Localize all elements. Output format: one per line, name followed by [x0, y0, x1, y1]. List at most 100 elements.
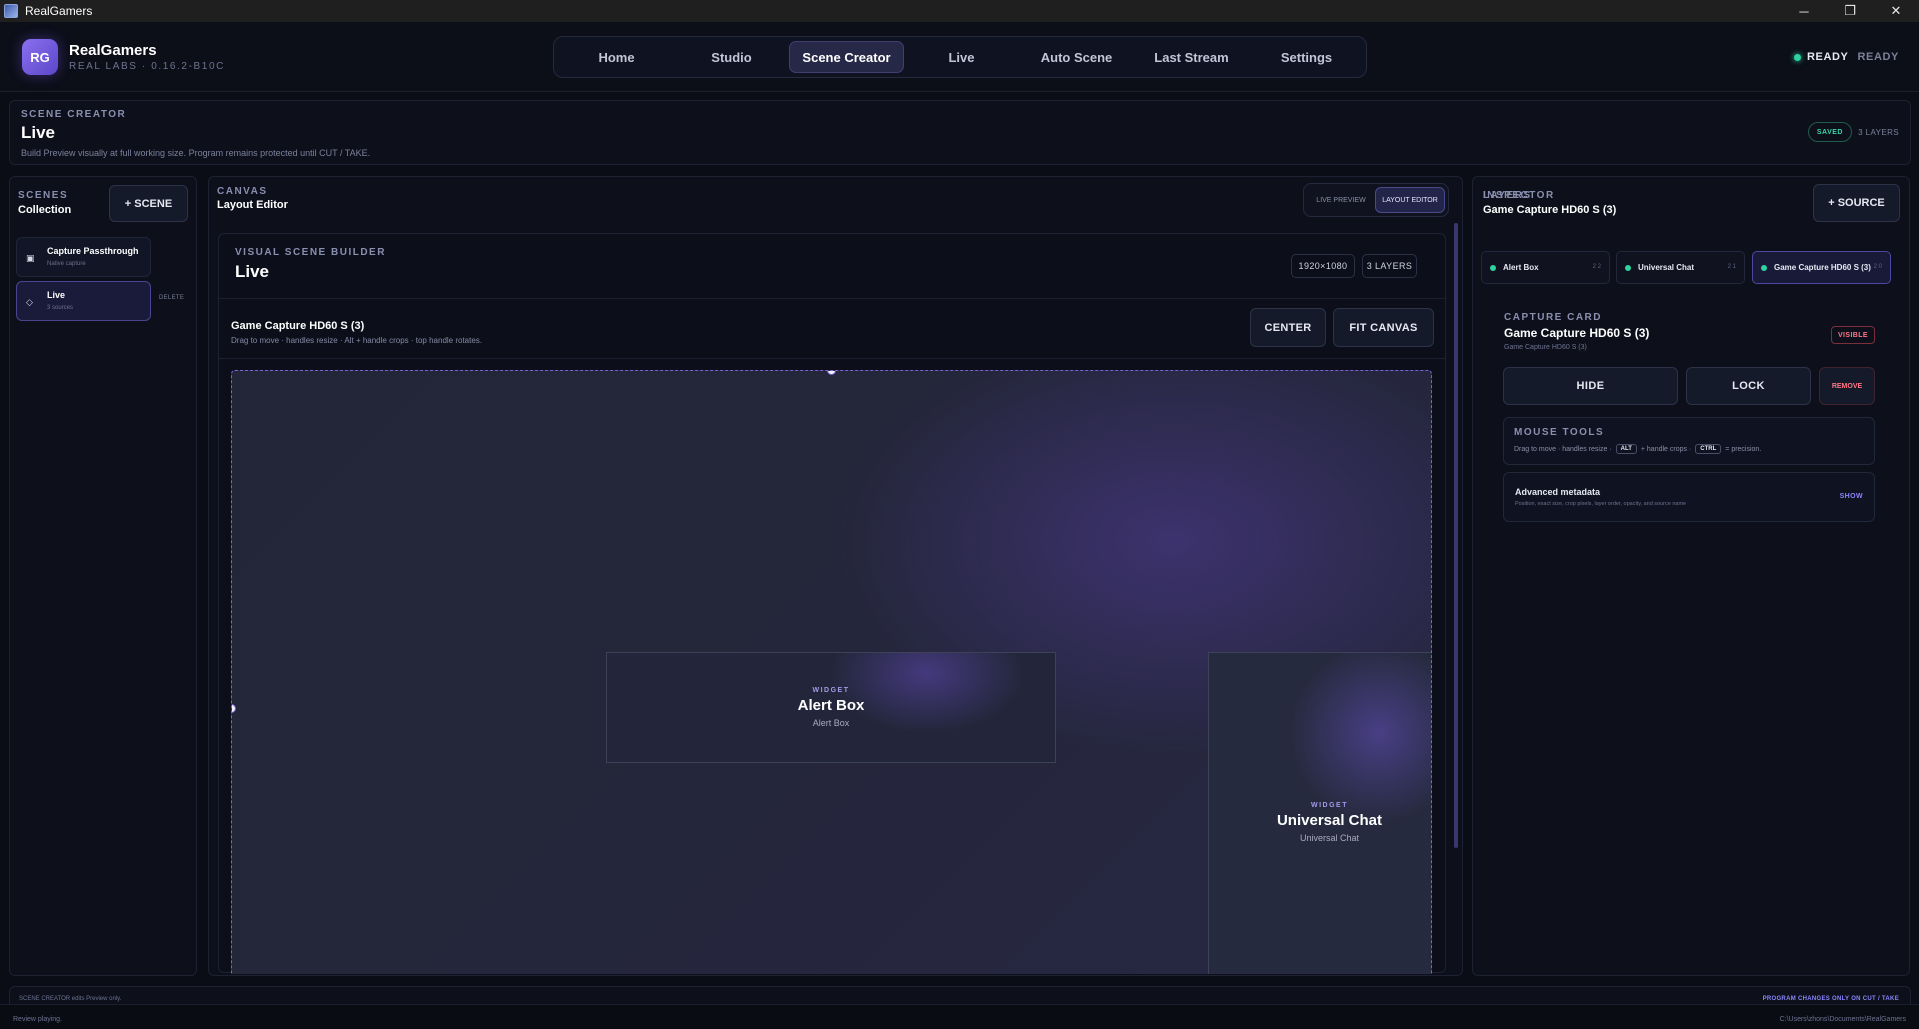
layer-order: 2 2 — [1592, 264, 1601, 270]
lock-button[interactable]: LOCK — [1686, 367, 1811, 405]
nav-tab-auto-scene[interactable]: Auto Scene — [1019, 41, 1134, 73]
widget-label: WIDGET — [812, 687, 850, 694]
layout-editor-mode-button[interactable]: LAYOUT EDITOR — [1375, 187, 1445, 213]
selected-source-name: Game Capture HD60 S (3) — [231, 320, 365, 332]
resize-handle-left[interactable] — [232, 704, 236, 713]
builder-divider — [219, 298, 1445, 299]
widget-alert-box[interactable]: WIDGET Alert Box Alert Box — [606, 652, 1056, 763]
layers-label: LAYERS — [1483, 190, 1532, 201]
add-source-button[interactable]: + SOURCE — [1813, 184, 1900, 222]
restore-icon[interactable]: ❐ — [1827, 0, 1873, 22]
widget-sub: Alert Box — [812, 718, 850, 728]
layers-count: 3 LAYERS — [1858, 128, 1899, 137]
page-eyebrow: SCENE CREATOR — [21, 109, 127, 120]
scene-item-live[interactable]: ◇ Live 3 sources — [16, 281, 151, 321]
status-bar-path: C:\Users\zhons\Documents\RealGamers — [1779, 1016, 1906, 1023]
canvas-panel: CANVAS Layout Editor LIVE PREVIEW LAYOUT… — [208, 176, 1463, 976]
mouse-tools-box: MOUSE TOOLS Drag to move · handles resiz… — [1503, 417, 1875, 465]
footer-left-note: SCENE CREATOR edits Preview only. — [19, 996, 122, 1002]
scene-diamond-icon: ◇ — [26, 297, 33, 307]
scene-item-name: Live — [47, 290, 66, 300]
nav-tab-home[interactable]: Home — [559, 41, 674, 73]
connection-status: READY READY — [1793, 51, 1899, 63]
widget-label: WIDGET — [1311, 801, 1348, 809]
selected-source-hint: Drag to move · handles resize · Alt + ha… — [231, 336, 483, 345]
footer-right-note: PROGRAM CHANGES ONLY ON CUT / TAKE — [1762, 996, 1899, 1002]
card-source-sub: Game Capture HD60 S (3) — [1504, 344, 1587, 351]
window-title-bar: RealGamers ─ ❐ ✕ — [0, 0, 1919, 22]
remove-button[interactable]: REMOVE — [1819, 367, 1875, 405]
scene-item-name: Capture Passthrough — [47, 246, 139, 256]
advanced-metadata-description: Position, exact size, crop pixels, layer… — [1515, 501, 1687, 507]
capture-icon: ▣ — [26, 253, 35, 263]
center-button[interactable]: CENTER — [1250, 308, 1326, 347]
builder-divider — [219, 358, 1445, 359]
advanced-metadata-title: Advanced metadata — [1515, 487, 1601, 497]
layer-order: 2 0 — [1873, 264, 1882, 270]
layer-visible-dot-icon — [1625, 264, 1631, 271]
layer-chip-alert-box[interactable]: Alert Box 2 2 — [1481, 251, 1610, 284]
footer-strip: SCENE CREATOR edits Preview only. PROGRA… — [9, 986, 1911, 1004]
scene-item-meta: Native capture — [47, 261, 86, 267]
layer-order: 2 1 — [1727, 264, 1736, 270]
scenes-subtitle: Collection — [18, 204, 72, 216]
page-title: Live — [21, 123, 56, 142]
widget-sub: Universal Chat — [1299, 832, 1360, 843]
layer-name: Game Capture HD60 S (3) — [1774, 263, 1871, 272]
app-header: RG RealGamers REAL LABS · 0.16.2-B10C Ho… — [0, 22, 1919, 92]
inspector-panel: INSPECTOR Game Capture HD60 S (3) + SOUR… — [1472, 176, 1910, 976]
card-source-name: Game Capture HD60 S (3) — [1504, 326, 1650, 340]
layer-name: Alert Box — [1503, 263, 1539, 272]
layers-chip: 3 LAYERS — [1362, 254, 1417, 278]
scene-item-capture-passthrough[interactable]: ▣ Capture Passthrough Native capture — [16, 237, 151, 277]
nav-tab-studio[interactable]: Studio — [674, 41, 789, 73]
builder-title: Live — [235, 262, 270, 281]
layer-name: Universal Chat — [1638, 263, 1695, 272]
add-scene-button[interactable]: + SCENE — [109, 185, 188, 222]
canvas-eyebrow: CANVAS — [217, 186, 268, 197]
nav-tab-scene-creator[interactable]: Scene Creator — [789, 41, 904, 73]
visible-badge: VISIBLE — [1830, 326, 1875, 344]
widget-name: Universal Chat — [1276, 811, 1383, 829]
rotate-handle[interactable] — [827, 371, 836, 375]
nav-tab-live[interactable]: Live — [904, 41, 1019, 73]
fit-canvas-button[interactable]: FIT CANVAS — [1333, 308, 1434, 347]
mouse-tools-text-b: + handle crops · — [1640, 445, 1692, 453]
widget-universal-chat[interactable]: WIDGET Universal Chat Universal Chat — [1208, 652, 1431, 974]
page-description: Build Preview visually at full working s… — [21, 148, 371, 158]
status-state: READY — [1857, 51, 1899, 63]
brand-logo: RG — [22, 39, 58, 75]
hide-button[interactable]: HIDE — [1503, 367, 1678, 405]
layer-chip-game-capture[interactable]: Game Capture HD60 S (3) 2 0 — [1752, 251, 1891, 284]
app-icon — [4, 4, 18, 18]
delete-scene-button[interactable]: DELETE — [159, 295, 184, 301]
scene-item-meta: 3 sources — [47, 305, 74, 311]
brand-name: RealGamers — [69, 42, 157, 59]
widget-name: Alert Box — [797, 697, 865, 714]
mouse-tools-text-c: = precision. — [1725, 445, 1762, 453]
close-icon[interactable]: ✕ — [1873, 0, 1919, 22]
visual-scene-builder: VISUAL SCENE BUILDER Live 1920×1080 3 LA… — [218, 233, 1446, 974]
minimize-icon[interactable]: ─ — [1781, 0, 1827, 22]
layer-visible-dot-icon — [1490, 264, 1496, 271]
brand-version: REAL LABS · 0.16.2-B10C — [69, 61, 225, 72]
canvas-mode-toggle: LIVE PREVIEW LAYOUT EDITOR — [1303, 183, 1449, 217]
resolution-chip: 1920×1080 — [1291, 254, 1355, 278]
ctrl-key: CTRL — [1695, 444, 1722, 454]
scenes-eyebrow: SCENES — [18, 190, 69, 201]
live-preview-mode-button[interactable]: LIVE PREVIEW — [1307, 187, 1375, 213]
window-title: RealGamers — [25, 4, 93, 18]
canvas-scrollbar[interactable] — [1454, 223, 1458, 848]
page-header: SCENE CREATOR Live Build Preview visuall… — [9, 100, 1911, 165]
status-bar: Review playing. C:\Users\zhons\Documents… — [0, 1004, 1919, 1029]
window-controls: ─ ❐ ✕ — [1781, 0, 1919, 22]
nav-tab-settings[interactable]: Settings — [1249, 41, 1364, 73]
inspector-subtitle: Game Capture HD60 S (3) — [1483, 204, 1617, 216]
scene-stage-canvas[interactable]: WIDGET Alert Box Alert Box WIDGET Univer… — [231, 370, 1432, 974]
layer-chip-universal-chat[interactable]: Universal Chat 2 1 — [1616, 251, 1745, 284]
status-dot-icon — [1793, 53, 1801, 61]
canvas-subtitle: Layout Editor — [217, 199, 288, 211]
show-advanced-button[interactable]: SHOW — [1840, 493, 1863, 500]
saved-badge: SAVED — [1807, 122, 1852, 142]
nav-tab-last-stream[interactable]: Last Stream — [1134, 41, 1249, 73]
